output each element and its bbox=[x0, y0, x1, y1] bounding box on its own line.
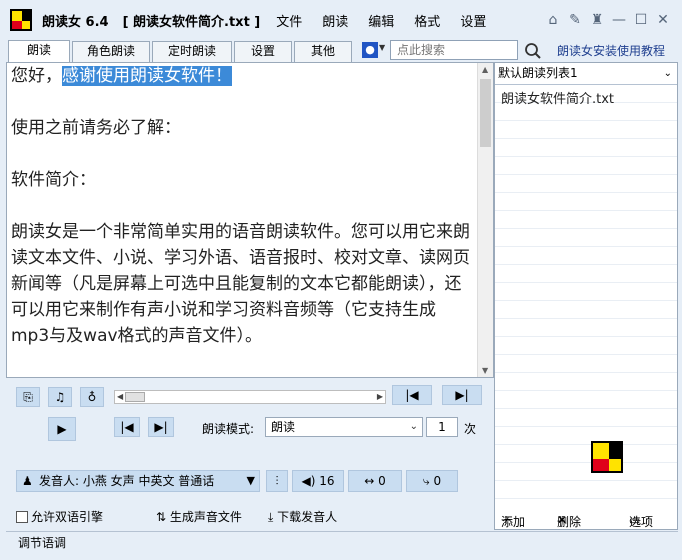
scroll-down-icon[interactable]: ▼ bbox=[482, 366, 488, 375]
playback-controls: ⎘ ♫ ♁ ◀ ▶ |◀ ▶| ▶ |◀ ▶| 朗读模式: 朗读 ⌄ 1 次 ♟… bbox=[6, 378, 494, 530]
app-logo-icon bbox=[10, 9, 32, 31]
pitch-value: 0 bbox=[433, 474, 442, 488]
install-guide-link[interactable]: 朗读女安装使用教程 bbox=[557, 42, 665, 59]
playlist-panel: 默认朗读列表1 ⌄ 朗读女软件简介.txt + 添加 ✕ 删除 ▭ 选项 bbox=[494, 62, 678, 530]
open-file-icon[interactable]: ⎘ bbox=[16, 387, 40, 407]
pin-icon[interactable]: ✎ bbox=[564, 10, 586, 30]
download-voice-button[interactable]: ⤓ 下载发音人 bbox=[268, 508, 337, 525]
chevron-down-icon: ▼ bbox=[246, 474, 255, 487]
microphone-icon[interactable]: ♁ bbox=[80, 387, 104, 407]
playlist-actions: + 添加 ✕ 删除 ▭ 选项 bbox=[495, 505, 677, 529]
playlist-select-value: 默认朗读列表1 bbox=[498, 66, 578, 80]
text-line-notice: 使用之前请务必了解： bbox=[11, 118, 181, 138]
text-greeting: 您好， bbox=[11, 66, 62, 86]
repeat-count-input[interactable]: 1 bbox=[426, 417, 458, 437]
read-mode-label: 朗读模式: bbox=[202, 422, 255, 436]
music-icon[interactable]: ♫ bbox=[48, 387, 72, 407]
menu-file[interactable]: 文件 bbox=[276, 11, 302, 30]
progress-scrollbar[interactable]: ◀ ▶ bbox=[114, 390, 386, 404]
main-window: 朗读女 6.4 [ 朗读女软件简介.txt ] 文件 朗读 编辑 格式 设置 ⌂… bbox=[0, 0, 682, 560]
bilingual-option[interactable]: 允许双语引擎 bbox=[16, 508, 103, 525]
person-icon: ♟ bbox=[22, 474, 33, 488]
list-item[interactable]: 朗读女软件简介.txt bbox=[501, 88, 614, 107]
scroll-up-icon[interactable]: ▲ bbox=[482, 65, 488, 74]
add-label: 添加 bbox=[501, 515, 526, 529]
tab-role-read[interactable]: 角色朗读 bbox=[72, 41, 150, 62]
dropdown-arrow-icon: ▼ bbox=[379, 43, 386, 52]
menu-bar: 文件 朗读 编辑 格式 设置 bbox=[276, 11, 506, 30]
search-engine-button[interactable]: ● ▼ bbox=[360, 41, 388, 61]
bilingual-checkbox[interactable] bbox=[16, 511, 28, 523]
pitch-icon: ⤷ bbox=[422, 474, 430, 488]
title-bar: 朗读女 6.4 [ 朗读女软件简介.txt ] 文件 朗读 编辑 格式 设置 ⌂… bbox=[0, 0, 682, 40]
speed-icon: ↔ bbox=[364, 474, 375, 488]
playlist-select[interactable]: 默认朗读列表1 ⌄ bbox=[495, 63, 677, 85]
download-icon: ⤓ bbox=[268, 510, 274, 524]
search-icon[interactable] bbox=[524, 42, 542, 60]
app-title: 朗读女 6.4 bbox=[42, 14, 109, 30]
menu-settings[interactable]: 设置 bbox=[460, 11, 486, 30]
paw-icon: ● bbox=[362, 42, 378, 58]
scroll-right-icon[interactable]: ▶ bbox=[377, 391, 383, 403]
tab-settings[interactable]: 设置 bbox=[234, 41, 292, 62]
close-icon[interactable]: ✕ bbox=[652, 10, 674, 30]
volume-icon: ◀) bbox=[301, 474, 316, 488]
text-selection: 感谢使用朗读女软件！ bbox=[62, 66, 232, 86]
tab-read[interactable]: 朗读 bbox=[8, 40, 70, 63]
chevron-down-icon: ⌄ bbox=[663, 68, 672, 79]
delete-label: 删除 bbox=[557, 515, 582, 529]
play-icon[interactable]: ▶ bbox=[48, 417, 76, 441]
skin-icon[interactable]: ♜ bbox=[586, 10, 608, 30]
playlist-lines bbox=[495, 85, 677, 505]
scroll-left-icon[interactable]: ◀ bbox=[117, 391, 123, 403]
speed-value: 0 bbox=[378, 474, 386, 488]
document-title: [ 朗读女软件简介.txt ] bbox=[122, 14, 261, 30]
options-label: 选项 bbox=[629, 515, 654, 529]
chevron-down-icon: ⌄ bbox=[409, 421, 418, 432]
speed-control[interactable]: ↔ 0 bbox=[348, 470, 402, 492]
text-editor[interactable]: 您好，感谢使用朗读女软件！ 使用之前请务必了解： 软件简介： 朗读女是一个非常简… bbox=[6, 62, 494, 378]
pitch-control[interactable]: ⤷ 0 bbox=[406, 470, 458, 492]
text-vertical-scrollbar[interactable]: ▲ ▼ bbox=[477, 63, 493, 377]
text-content[interactable]: 您好，感谢使用朗读女软件！ 使用之前请务必了解： 软件简介： 朗读女是一个非常简… bbox=[11, 63, 473, 349]
generate-audio-button[interactable]: ⇅ 生成声音文件 bbox=[156, 508, 242, 525]
menu-edit[interactable]: 编辑 bbox=[368, 11, 394, 30]
text-line-intro: 软件简介： bbox=[11, 170, 96, 190]
repeat-count-unit: 次 bbox=[464, 422, 477, 436]
voice-selector[interactable]: ♟ 发音人: 小燕 女声 中英文 普通话 ▼ bbox=[16, 470, 260, 492]
search-input[interactable] bbox=[390, 40, 518, 60]
menu-format[interactable]: 格式 bbox=[414, 11, 440, 30]
tab-other[interactable]: 其他 bbox=[294, 41, 352, 62]
volume-value: 16 bbox=[319, 474, 335, 488]
generate-label: 生成声音文件 bbox=[169, 510, 242, 524]
voice-label: 发音人: 小燕 女声 中英文 普通话 bbox=[39, 474, 215, 488]
previous-icon[interactable]: |◀ bbox=[114, 417, 140, 437]
menu-read[interactable]: 朗读 bbox=[322, 11, 348, 30]
window-controls: ⌂ ✎ ♜ — ☐ ✕ bbox=[542, 10, 674, 30]
read-mode-select[interactable]: 朗读 ⌄ bbox=[265, 417, 423, 437]
tab-timed-read[interactable]: 定时朗读 bbox=[152, 41, 232, 62]
tab-row: 朗读 角色朗读 定时朗读 设置 其他 ● ▼ 朗读女安装使用教程 bbox=[0, 40, 682, 63]
read-mode-value: 朗读 bbox=[271, 420, 296, 434]
scroll-thumb[interactable] bbox=[480, 79, 491, 147]
skip-next-icon[interactable]: ▶| bbox=[442, 385, 482, 405]
generate-icon: ⇅ bbox=[156, 510, 167, 524]
equalizer-icon[interactable]: ⫶ bbox=[266, 470, 288, 492]
progress-thumb[interactable] bbox=[125, 392, 145, 402]
home-icon[interactable]: ⌂ bbox=[542, 10, 564, 30]
text-paragraph: 朗读女是一个非常简单实用的语音朗读软件。您可以用它来朗读文本文件、小说、学习外语… bbox=[11, 222, 470, 346]
bilingual-label: 允许双语引擎 bbox=[31, 510, 104, 524]
next-icon[interactable]: ▶| bbox=[148, 417, 174, 437]
status-bar: 调节语调 bbox=[6, 531, 678, 555]
status-text: 调节语调 bbox=[18, 536, 67, 550]
maximize-icon[interactable]: ☐ bbox=[630, 10, 652, 30]
app-logo-icon bbox=[591, 441, 623, 473]
download-label: 下载发音人 bbox=[277, 510, 338, 524]
volume-control[interactable]: ◀) 16 bbox=[292, 470, 344, 492]
minimize-icon[interactable]: — bbox=[608, 10, 630, 30]
skip-previous-icon[interactable]: |◀ bbox=[392, 385, 432, 405]
